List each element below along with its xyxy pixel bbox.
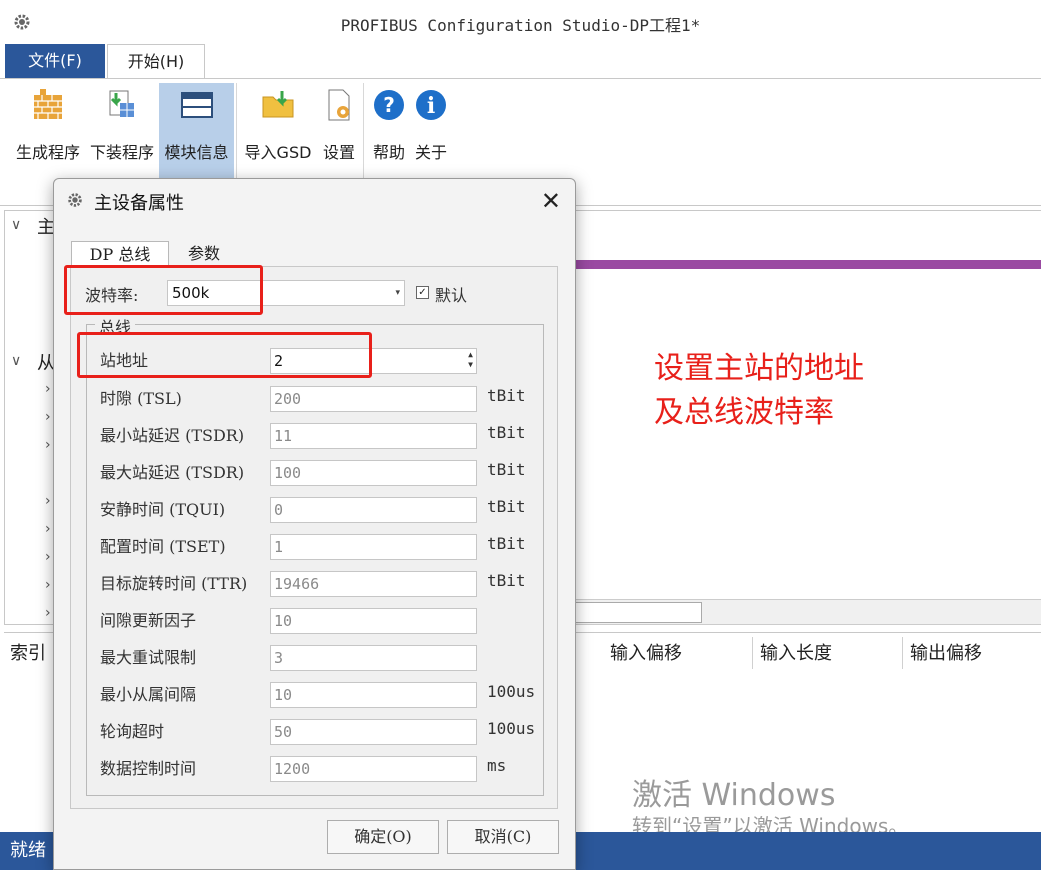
field-label: 目标旋转时间 (TTR) <box>100 574 248 593</box>
field-label: 间隙更新因子 <box>100 611 197 630</box>
ribbon-label: 关于 <box>414 143 447 162</box>
ribbon-label: 导入GSD <box>244 143 312 162</box>
field-label: 最大站延迟 (TSDR) <box>100 463 245 482</box>
annotation-line-2: 及总线波特率 <box>654 395 834 430</box>
field-unit: tBit <box>487 497 526 516</box>
gear-icon <box>68 193 82 207</box>
data-control-time-field[interactable]: 1200 <box>270 756 477 782</box>
download-grid-icon <box>109 90 134 117</box>
field-label: 安静时间 (TQUI) <box>100 500 226 519</box>
field-unit: tBit <box>487 534 526 553</box>
start-menu-tab[interactable]: 开始(H) <box>107 44 205 78</box>
import-gsd-button[interactable]: 导入GSD <box>242 83 314 179</box>
tset-field[interactable]: 1 <box>270 534 477 560</box>
close-icon[interactable]: ✕ <box>541 187 561 215</box>
ribbon-label: 下装程序 <box>89 143 154 162</box>
chevron-down-icon[interactable]: ∨ <box>11 217 21 233</box>
spin-arrows-icon[interactable]: ▲ ▼ <box>468 350 473 370</box>
settings-button[interactable]: 设置 <box>318 83 360 179</box>
window-title: PROFIBUS Configuration Studio-DP工程1* <box>340 16 701 35</box>
tab-parameters[interactable]: 参数 <box>176 241 232 267</box>
field-label: 最小从属间隔 <box>100 685 197 704</box>
tsl-field[interactable]: 200 <box>270 386 477 412</box>
help-button[interactable]: ? 帮助 <box>369 83 409 179</box>
tab-dp-bus[interactable]: DP 总线 <box>71 241 169 267</box>
file-menu-tab[interactable]: 文件(F) <box>5 44 105 78</box>
column-header-index[interactable]: 索引 <box>10 633 46 671</box>
field-label: 数据控制时间 <box>100 759 197 778</box>
ttr-field[interactable]: 19466 <box>270 571 477 597</box>
highlight-baud-rate <box>64 265 263 315</box>
bus-line <box>574 260 1041 269</box>
download-program-button[interactable]: 下装程序 <box>86 83 158 179</box>
bricks-icon <box>34 89 62 119</box>
annotation-line-1: 设置主站的地址 <box>654 351 864 386</box>
dialog-title: 主设备属性 <box>94 193 184 214</box>
field-label: 时隙 (TSL) <box>100 389 182 408</box>
horizontal-scrollbar[interactable] <box>574 599 1041 625</box>
column-divider <box>902 637 903 669</box>
module-info-button[interactable]: 模块信息 <box>159 83 234 179</box>
max-tsdr-field[interactable]: 100 <box>270 460 477 486</box>
default-label: 默认 <box>435 286 468 305</box>
min-tsdr-field[interactable]: 11 <box>270 423 477 449</box>
generate-program-button[interactable]: 生成程序 <box>12 83 84 179</box>
field-unit: 100us <box>487 682 536 701</box>
about-button[interactable]: i 关于 <box>411 83 451 179</box>
chevron-down-icon[interactable]: ∨ <box>11 353 21 369</box>
settings-doc-icon <box>328 89 350 121</box>
help-icon: ? <box>374 90 404 120</box>
bus-groupbox: 总线 站地址 2 ▲ ▼ 时隙 (TSL) 200 tBit 最小站延迟 (TSD… <box>86 314 544 796</box>
menu-tabs: 文件(F) 开始(H) <box>0 44 1041 78</box>
chevron-right-icon[interactable]: › <box>45 409 51 425</box>
chevron-down-icon[interactable]: ▾ <box>395 281 400 305</box>
ribbon-label: 模块信息 <box>164 143 229 162</box>
field-unit: ms <box>487 756 507 775</box>
ribbon-separator <box>236 83 237 179</box>
activation-watermark-title: 激活 Windows <box>632 778 836 813</box>
chevron-right-icon[interactable]: › <box>45 521 51 537</box>
field-unit: tBit <box>487 386 526 405</box>
default-checkbox[interactable]: ✓ <box>416 286 429 299</box>
chevron-right-icon[interactable]: › <box>45 605 51 621</box>
column-header-input-offset[interactable]: 输入偏移 <box>610 633 682 671</box>
ribbon-label: 生成程序 <box>15 143 80 162</box>
cancel-button[interactable]: 取消(C) <box>447 820 559 854</box>
field-unit: 100us <box>487 719 536 738</box>
field-unit: tBit <box>487 460 526 479</box>
svg-text:i: i <box>427 93 435 119</box>
dialog-title-bar[interactable]: 主设备属性 ✕ <box>54 179 575 221</box>
chevron-right-icon[interactable]: › <box>45 549 51 565</box>
ribbon-label: 帮助 <box>372 143 405 162</box>
field-label: 轮询超时 <box>100 722 165 741</box>
scrollbar-thumb[interactable] <box>574 602 702 623</box>
import-folder-icon <box>262 91 294 118</box>
column-header-input-length[interactable]: 输入长度 <box>760 633 832 671</box>
title-bar: PROFIBUS Configuration Studio-DP工程1* <box>0 0 1041 44</box>
module-window-icon <box>180 92 213 118</box>
field-unit: tBit <box>487 571 526 590</box>
field-label: 最大重试限制 <box>100 648 197 667</box>
chevron-right-icon[interactable]: › <box>45 493 51 509</box>
gap-factor-field[interactable]: 10 <box>270 608 477 634</box>
ok-button[interactable]: 确定(O) <box>327 820 439 854</box>
chevron-right-icon[interactable]: › <box>45 437 51 453</box>
ribbon-separator <box>363 83 364 179</box>
field-label: 配置时间 (TSET) <box>100 537 226 556</box>
min-slave-interval-field[interactable]: 10 <box>270 682 477 708</box>
info-icon: i <box>416 90 446 120</box>
field-unit: tBit <box>487 423 526 442</box>
column-header-output-offset[interactable]: 输出偏移 <box>910 633 982 671</box>
max-retry-field[interactable]: 3 <box>270 645 477 671</box>
svg-text:?: ? <box>383 93 395 117</box>
chevron-right-icon[interactable]: › <box>45 577 51 593</box>
poll-timeout-field[interactable]: 50 <box>270 719 477 745</box>
highlight-station-address <box>77 332 372 378</box>
tqui-field[interactable]: 0 <box>270 497 477 523</box>
column-divider <box>752 637 753 669</box>
chevron-right-icon[interactable]: › <box>45 381 51 397</box>
ribbon-label: 设置 <box>322 143 355 162</box>
field-label: 最小站延迟 (TSDR) <box>100 426 245 445</box>
